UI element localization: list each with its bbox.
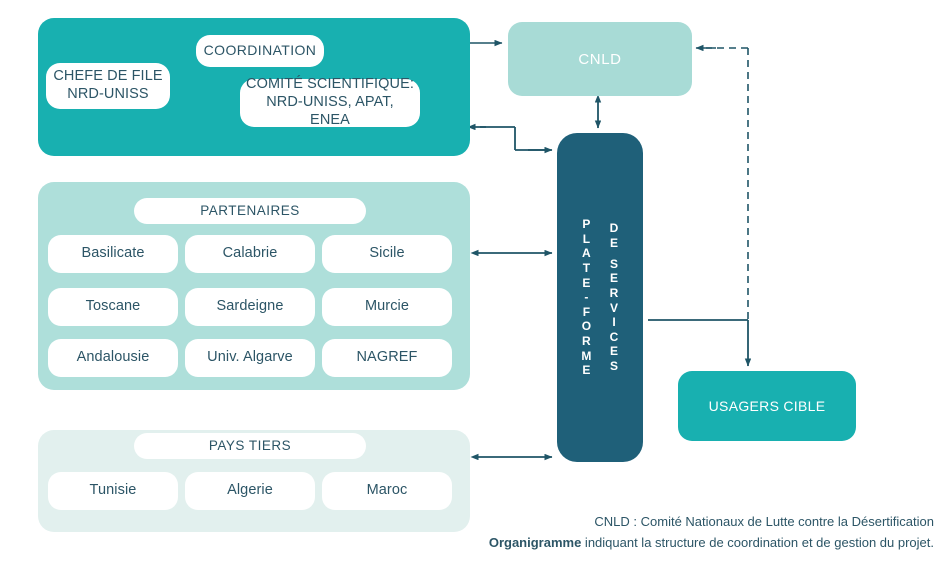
third-country-item[interactable]: Tunisie (48, 472, 178, 510)
node-comite-scientifique[interactable]: COMITÉ SCIENTIFIQUE: NRD-UNISS, APAT, EN… (240, 76, 420, 128)
platform-letter: E (609, 344, 619, 359)
platform-letter: P (582, 217, 591, 232)
platform-letter: C (609, 329, 619, 344)
platform-letter: T (582, 260, 591, 275)
usagers-cible-label: USAGERS CIBLE (708, 398, 826, 414)
node-plate-forme-de-services[interactable]: PLATE-FORME DE SERVICES (557, 133, 643, 462)
diagram-canvas: COORDINATION CHEFE DE FILE NRD-UNISS COM… (0, 0, 950, 569)
platform-letter: A (582, 246, 591, 261)
platform-letter: I (612, 315, 616, 330)
platform-letter: E (582, 363, 591, 378)
connector-platform-usagers (648, 319, 752, 367)
cnld-label: CNLD (578, 50, 622, 68)
dashed-platform-to-cnld (706, 47, 749, 320)
node-usagers-cible[interactable]: USAGERS CIBLE (678, 371, 856, 441)
platform-letter: R (582, 334, 591, 349)
partner-item[interactable]: Calabrie (185, 235, 315, 273)
platform-letter: S (609, 256, 619, 271)
platform-letter: V (609, 300, 619, 315)
platform-left-column: PLATE-FORME (581, 217, 591, 378)
chefe-de-file-line1: CHEFE DE FILE (53, 68, 163, 85)
platform-right-column: DE SERVICES (610, 221, 619, 373)
platform-letter: E (582, 275, 591, 290)
chefe-de-file-line2: NRD-UNISS (67, 86, 149, 102)
partner-item[interactable]: Toscane (48, 288, 178, 326)
platform-letter: L (582, 231, 591, 246)
platform-letter: - (584, 290, 589, 305)
caption-line2: Organigramme indiquant la structure de c… (440, 533, 934, 554)
node-chefe-de-file[interactable]: CHEFE DE FILE NRD-UNISS (46, 63, 170, 109)
caption-line2-rest: indiquant la structure de coordination e… (581, 534, 934, 550)
caption: CNLD : Comité Nationaux de Lutte contre … (440, 512, 934, 554)
connector-coordination-platform (467, 123, 553, 154)
platform-letter: M (581, 348, 592, 363)
node-cnld[interactable]: CNLD (508, 22, 692, 96)
third-country-item[interactable]: Maroc (322, 472, 452, 510)
partner-item[interactable]: Univ. Algarve (185, 339, 315, 377)
platform-letter: O (581, 319, 592, 334)
platform-letter: E (609, 271, 619, 286)
platform-letter: S (609, 359, 619, 373)
partner-item[interactable]: Murcie (322, 288, 452, 326)
partner-item[interactable]: Sardeigne (185, 288, 315, 326)
platform-letter: R (609, 285, 619, 300)
platform-letter: D (609, 221, 619, 236)
caption-line1: CNLD : Comité Nationaux de Lutte contre … (594, 514, 934, 529)
partner-item[interactable]: Sicile (322, 235, 452, 273)
caption-line2-bold: Organigramme (488, 534, 582, 550)
third-country-item[interactable]: Algerie (185, 472, 315, 510)
platform-letter: F (582, 304, 591, 319)
partners-label: PARTENAIRES (134, 198, 366, 224)
comite-line2: NRD-UNISS, APAT, ENEA (266, 94, 394, 128)
third-countries-label: PAYS TIERS (134, 433, 366, 459)
partner-item[interactable]: Andalousie (48, 339, 178, 377)
coordination-title: COORDINATION (196, 35, 324, 67)
partner-item[interactable]: Basilicate (48, 235, 178, 273)
platform-letter: E (609, 236, 619, 250)
partner-item[interactable]: NAGREF (322, 339, 452, 377)
comite-line1: COMITÉ SCIENTIFIQUE: (246, 76, 414, 93)
